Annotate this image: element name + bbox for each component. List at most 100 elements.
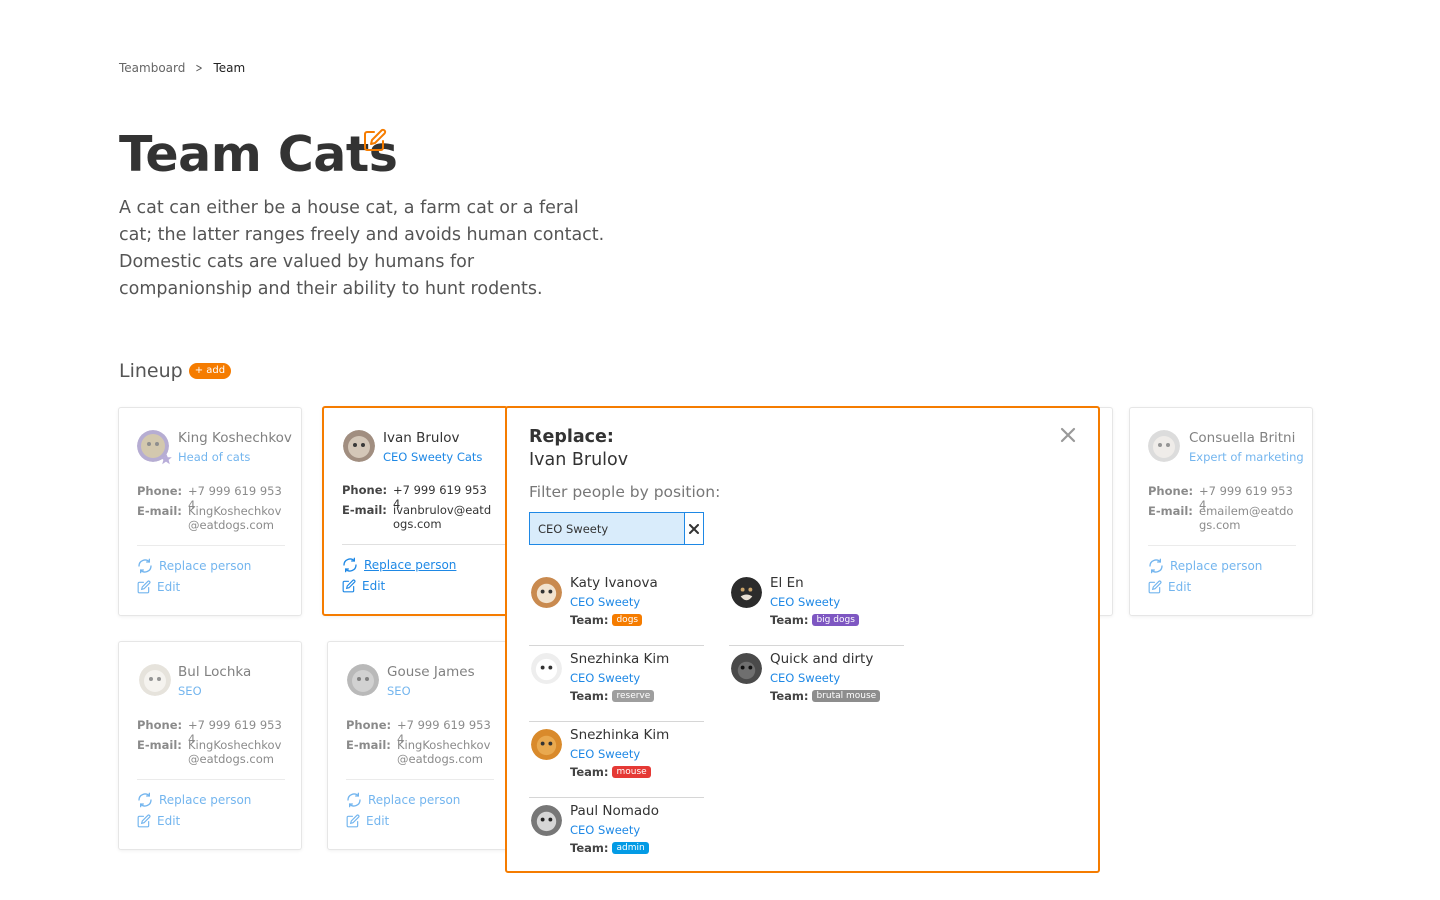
person-card: Consuella Britni Expert of marketing Pho… (1129, 407, 1313, 616)
divider (137, 545, 285, 546)
position-filter-input[interactable] (530, 513, 684, 544)
person-card: Gouse James SEO Phone: +7 999 619 9534 E… (327, 641, 511, 850)
email-label: E-mail: (137, 504, 182, 518)
replace-person-popup: Replace: Ivan Brulov Filter people by po… (505, 406, 1100, 873)
close-icon (689, 523, 699, 534)
replace-person-button[interactable]: Replace person (137, 558, 251, 574)
result-item[interactable]: Snezhinka Kim CEO Sweety Team: mouse (529, 722, 704, 798)
filter-label: Filter people by position: (529, 483, 721, 501)
edit-label: Edit (1168, 580, 1192, 594)
edit-label: Edit (362, 579, 386, 593)
result-role: CEO Sweety (770, 595, 841, 609)
team-badge: mouse (612, 766, 651, 778)
person-role: SEO (178, 684, 202, 698)
replace-person-button[interactable]: Replace person (137, 792, 251, 808)
person-card: Bul Lochka SEO Phone: +7 999 619 9534 E-… (118, 641, 302, 850)
email-label: E-mail: (137, 738, 182, 752)
edit-button[interactable]: Edit (1148, 580, 1191, 594)
replace-person-button[interactable]: Replace person (1148, 558, 1262, 574)
divider (137, 779, 285, 780)
person-role: Head of cats (178, 450, 251, 464)
close-icon[interactable] (1058, 425, 1078, 445)
team-badge: brutal mouse (812, 690, 881, 702)
result-item[interactable]: El En CEO Sweety Team: big dogs (729, 570, 904, 646)
popup-title: Replace: (529, 427, 614, 447)
person-role: CEO Sweety Cats (383, 450, 483, 464)
result-team: Team: reserve (570, 689, 655, 703)
email-value: ivanbrulov@eatdogs.com (393, 503, 492, 531)
result-name: Snezhinka Kim (570, 651, 670, 667)
result-role: CEO Sweety (570, 671, 641, 685)
team-label: Team: (570, 689, 609, 703)
clear-filter-button[interactable] (684, 513, 703, 544)
add-person-button[interactable]: + add (188, 363, 232, 379)
person-name: King Koshechkov (178, 430, 292, 446)
edit-icon (1148, 580, 1162, 594)
person-card-active: Ivan Brulov CEO Sweety Cats Phone: +7 99… (322, 406, 508, 616)
person-name: Gouse James (387, 664, 475, 680)
result-item[interactable]: Snezhinka Kim CEO Sweety Team: reserve (529, 646, 704, 722)
edit-icon (137, 814, 151, 828)
avatar (347, 664, 379, 696)
edit-label: Edit (157, 580, 181, 594)
result-item[interactable]: Katy Ivanova CEO Sweety Team: dogs (529, 570, 704, 646)
team-label: Team: (770, 613, 809, 627)
result-role: CEO Sweety (770, 671, 841, 685)
avatar (531, 729, 562, 760)
result-team: Team: admin (570, 841, 649, 855)
replace-label: Replace person (368, 793, 461, 807)
phone-label: Phone: (346, 718, 392, 732)
avatar (731, 653, 762, 684)
email-value: emailem@eatdogs.com (1199, 504, 1294, 532)
page-title: Team Cats (119, 126, 398, 183)
replace-label: Replace person (1170, 559, 1263, 573)
result-name: El En (770, 575, 804, 591)
result-team: Team: mouse (570, 765, 651, 779)
avatar (531, 805, 562, 836)
person-name: Consuella Britni (1189, 430, 1296, 446)
edit-button[interactable]: Edit (137, 580, 180, 594)
result-item[interactable]: Paul Nomado CEO Sweety Team: admin (529, 798, 704, 874)
result-item[interactable]: Quick and dirty CEO Sweety Team: brutal … (729, 646, 904, 722)
breadcrumb-current: Team (213, 61, 246, 75)
person-role: SEO (387, 684, 411, 698)
lineup-title: Lineup (119, 360, 183, 382)
result-team: Team: brutal mouse (770, 689, 881, 703)
divider (1148, 545, 1296, 546)
breadcrumb-teamboard-link[interactable]: Teamboard (119, 61, 185, 75)
lineup-heading: Lineup + add (119, 360, 232, 382)
team-label: Team: (570, 765, 609, 779)
edit-button[interactable]: Edit (342, 579, 385, 593)
avatar (1148, 430, 1180, 462)
result-role: CEO Sweety (570, 595, 641, 609)
team-badge: admin (612, 842, 649, 854)
avatar (531, 577, 562, 608)
phone-label: Phone: (342, 483, 388, 497)
divider (342, 544, 506, 545)
email-value: KingKoshechkov@eatdogs.com (397, 738, 491, 766)
replace-label: Replace person (159, 793, 252, 807)
avatar (731, 577, 762, 608)
result-role: CEO Sweety (570, 747, 641, 761)
refresh-icon (138, 792, 152, 808)
result-name: Snezhinka Kim (570, 727, 670, 743)
edit-title-icon[interactable] (363, 128, 387, 152)
avatar (343, 430, 375, 462)
edit-button[interactable]: Edit (346, 814, 389, 828)
result-role: CEO Sweety (570, 823, 641, 837)
team-description: A cat can either be a house cat, a farm … (119, 198, 605, 299)
refresh-icon (347, 792, 361, 808)
avatar (139, 664, 171, 696)
person-card: King Koshechkov Head of cats Phone: +7 9… (118, 407, 302, 616)
replace-person-button[interactable]: Replace person (346, 792, 460, 808)
result-name: Paul Nomado (570, 803, 660, 819)
team-label: Team: (570, 613, 609, 627)
edit-button[interactable]: Edit (137, 814, 180, 828)
replace-person-button[interactable]: Replace person (342, 557, 456, 573)
email-label: E-mail: (346, 738, 391, 752)
result-name: Quick and dirty (770, 651, 874, 667)
refresh-icon (1149, 558, 1163, 574)
team-label: Team: (770, 689, 809, 703)
email-label: E-mail: (342, 503, 387, 517)
edit-label: Edit (366, 814, 390, 828)
